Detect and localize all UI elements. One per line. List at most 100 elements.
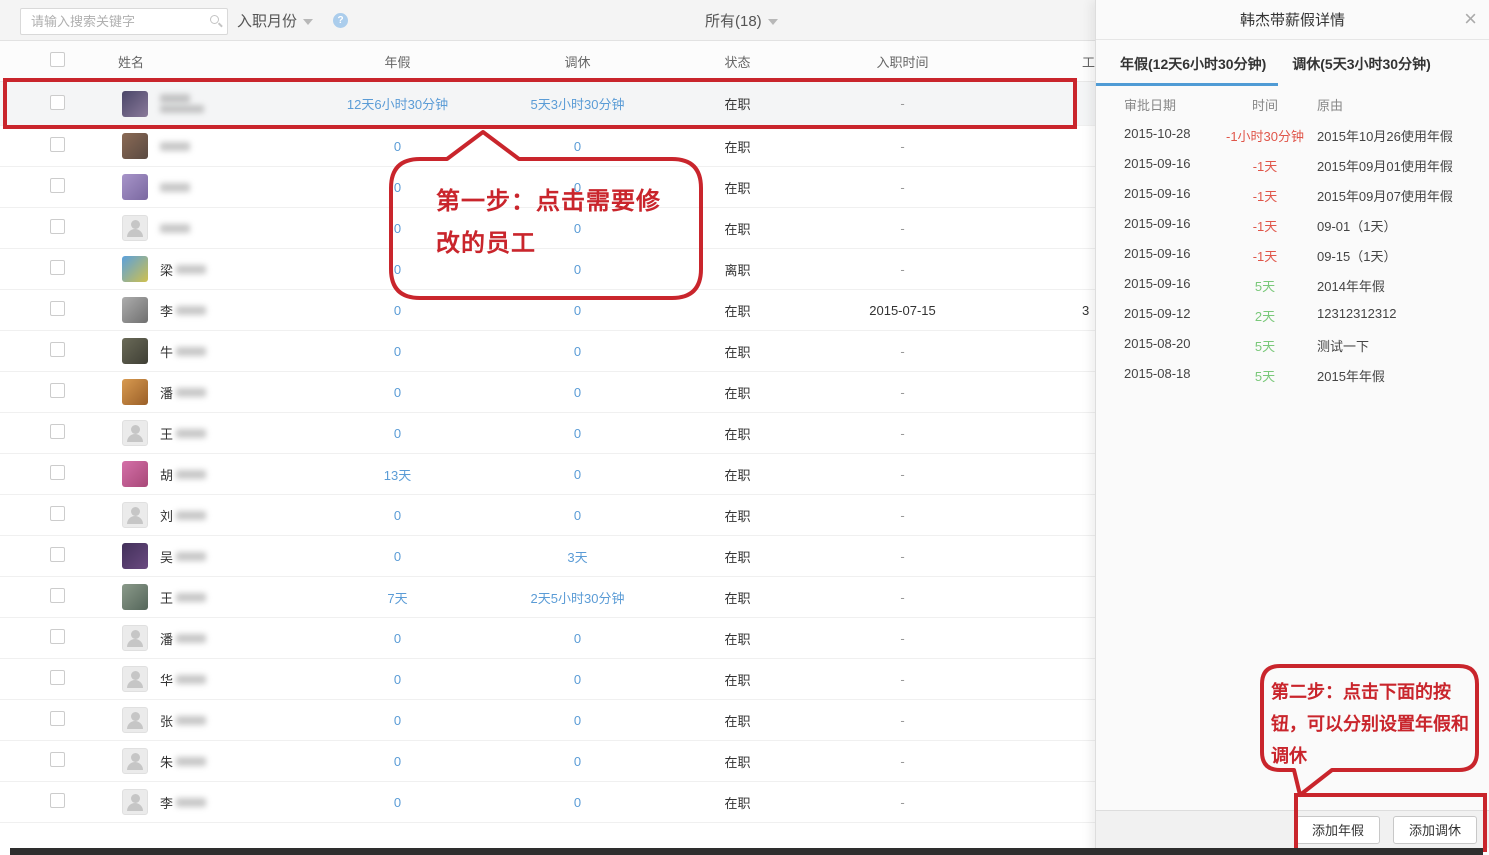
scope-filter-dropdown[interactable]: 所有(18): [705, 0, 778, 41]
name-cell: 刘: [110, 502, 330, 528]
annual-leave-value[interactable]: 0: [330, 426, 465, 441]
table-row[interactable]: 李00在职-: [0, 782, 1097, 823]
row-checkbox[interactable]: [50, 178, 65, 193]
table-row[interactable]: 张00在职-: [0, 700, 1097, 741]
annual-leave-value[interactable]: 0: [330, 303, 465, 318]
row-checkbox[interactable]: [50, 629, 65, 644]
table-row[interactable]: 吴03天在职-: [0, 536, 1097, 577]
annual-leave-value[interactable]: 12天6小时30分钟: [330, 94, 465, 113]
column-header-status: 状态: [690, 52, 785, 71]
select-all-checkbox[interactable]: [50, 52, 65, 67]
annual-leave-value[interactable]: 0: [330, 508, 465, 523]
annual-leave-value[interactable]: 0: [330, 262, 465, 277]
table-row[interactable]: 胡13天0在职-: [0, 454, 1097, 495]
comp-leave-value[interactable]: 0: [465, 631, 690, 646]
comp-leave-value[interactable]: 0: [465, 713, 690, 728]
row-checkbox[interactable]: [50, 465, 65, 480]
name-masked-smudge: [160, 142, 190, 151]
row-checkbox[interactable]: [50, 383, 65, 398]
comp-leave-value[interactable]: 0: [465, 139, 690, 154]
table-row[interactable]: 王7天2天5小时30分钟在职-: [0, 577, 1097, 618]
comp-leave-value[interactable]: 0: [465, 426, 690, 441]
add-annual-leave-button[interactable]: 添加年假: [1296, 816, 1380, 844]
name-masked-smudge: [176, 470, 206, 479]
row-checkbox[interactable]: [50, 506, 65, 521]
hire-month-filter-dropdown[interactable]: 入职月份: [237, 0, 313, 41]
hire-date: -: [785, 672, 1020, 687]
help-icon[interactable]: ?: [333, 13, 348, 28]
table-row[interactable]: 潘00在职-: [0, 372, 1097, 413]
annual-leave-value[interactable]: 0: [330, 795, 465, 810]
annual-leave-value[interactable]: 0: [330, 344, 465, 359]
row-checkbox[interactable]: [50, 793, 65, 808]
row-checkbox-cell: [0, 137, 110, 155]
scope-filter-label: 所有(18): [705, 10, 762, 31]
row-checkbox[interactable]: [50, 95, 65, 110]
annual-leave-value[interactable]: 7天: [330, 588, 465, 607]
table-row[interactable]: 00在职-: [0, 126, 1097, 167]
table-row[interactable]: 朱00在职-: [0, 741, 1097, 782]
annual-leave-value[interactable]: 0: [330, 221, 465, 236]
comp-leave-value[interactable]: 3天: [465, 547, 690, 566]
comp-leave-value[interactable]: 0: [465, 303, 690, 318]
table-row[interactable]: 12天6小时30分钟5天3小时30分钟在职-: [0, 82, 1097, 126]
name-masked-smudge: [176, 634, 206, 643]
hire-date: -: [785, 508, 1020, 523]
comp-leave-value[interactable]: 0: [465, 180, 690, 195]
table-row[interactable]: 00在职-: [0, 167, 1097, 208]
table-row[interactable]: 王00在职-: [0, 413, 1097, 454]
table-row[interactable]: 牛00在职-: [0, 331, 1097, 372]
annual-leave-value[interactable]: 0: [330, 549, 465, 564]
comp-leave-value[interactable]: 0: [465, 795, 690, 810]
table-row[interactable]: 李00在职2015-07-153: [0, 290, 1097, 331]
comp-leave-value[interactable]: 0: [465, 344, 690, 359]
tab-comp-leave[interactable]: 调休(5天3小时30分钟): [1278, 54, 1442, 86]
annual-leave-value[interactable]: 13天: [330, 465, 465, 484]
table-row[interactable]: 刘00在职-: [0, 495, 1097, 536]
row-checkbox[interactable]: [50, 588, 65, 603]
hire-date: -: [785, 139, 1020, 154]
column-header-hire-date: 入职时间: [785, 52, 1020, 71]
row-checkbox[interactable]: [50, 424, 65, 439]
name-masked-smudge: [176, 798, 206, 807]
annual-leave-value[interactable]: 0: [330, 180, 465, 195]
row-checkbox[interactable]: [50, 137, 65, 152]
annual-leave-value[interactable]: 0: [330, 385, 465, 400]
annual-leave-value[interactable]: 0: [330, 754, 465, 769]
comp-leave-value[interactable]: 0: [465, 508, 690, 523]
annual-leave-value[interactable]: 0: [330, 139, 465, 154]
comp-leave-value[interactable]: 2天5小时30分钟: [465, 588, 690, 607]
comp-leave-value[interactable]: 5天3小时30分钟: [465, 94, 690, 113]
row-checkbox-cell: [0, 465, 110, 483]
close-icon[interactable]: ×: [1464, 8, 1477, 30]
row-checkbox[interactable]: [50, 711, 65, 726]
comp-leave-value[interactable]: 0: [465, 262, 690, 277]
leave-table-header: 审批日期 时间 原由: [1096, 88, 1489, 118]
table-row[interactable]: 00在职-: [0, 208, 1097, 249]
comp-leave-value[interactable]: 0: [465, 754, 690, 769]
row-checkbox[interactable]: [50, 752, 65, 767]
comp-leave-value[interactable]: 0: [465, 467, 690, 482]
employee-name-visible: 朱: [160, 752, 173, 771]
row-checkbox[interactable]: [50, 342, 65, 357]
table-row[interactable]: 潘00在职-: [0, 618, 1097, 659]
search-input[interactable]: [20, 8, 228, 35]
annual-leave-value[interactable]: 0: [330, 713, 465, 728]
row-checkbox[interactable]: [50, 547, 65, 562]
employee-name: [160, 142, 190, 151]
row-checkbox[interactable]: [50, 219, 65, 234]
row-checkbox[interactable]: [50, 301, 65, 316]
comp-leave-value[interactable]: 0: [465, 221, 690, 236]
status-text: 在职: [690, 670, 785, 689]
comp-leave-value[interactable]: 0: [465, 672, 690, 687]
add-comp-leave-button[interactable]: 添加调休: [1393, 816, 1477, 844]
tab-annual-leave[interactable]: 年假(12天6小时30分钟): [1096, 54, 1278, 86]
table-row[interactable]: 华00在职-: [0, 659, 1097, 700]
leave-reason: 2015年09月07使用年假: [1317, 186, 1481, 205]
table-row[interactable]: 梁00离职-: [0, 249, 1097, 290]
row-checkbox[interactable]: [50, 260, 65, 275]
row-checkbox[interactable]: [50, 670, 65, 685]
annual-leave-value[interactable]: 0: [330, 631, 465, 646]
comp-leave-value[interactable]: 0: [465, 385, 690, 400]
annual-leave-value[interactable]: 0: [330, 672, 465, 687]
